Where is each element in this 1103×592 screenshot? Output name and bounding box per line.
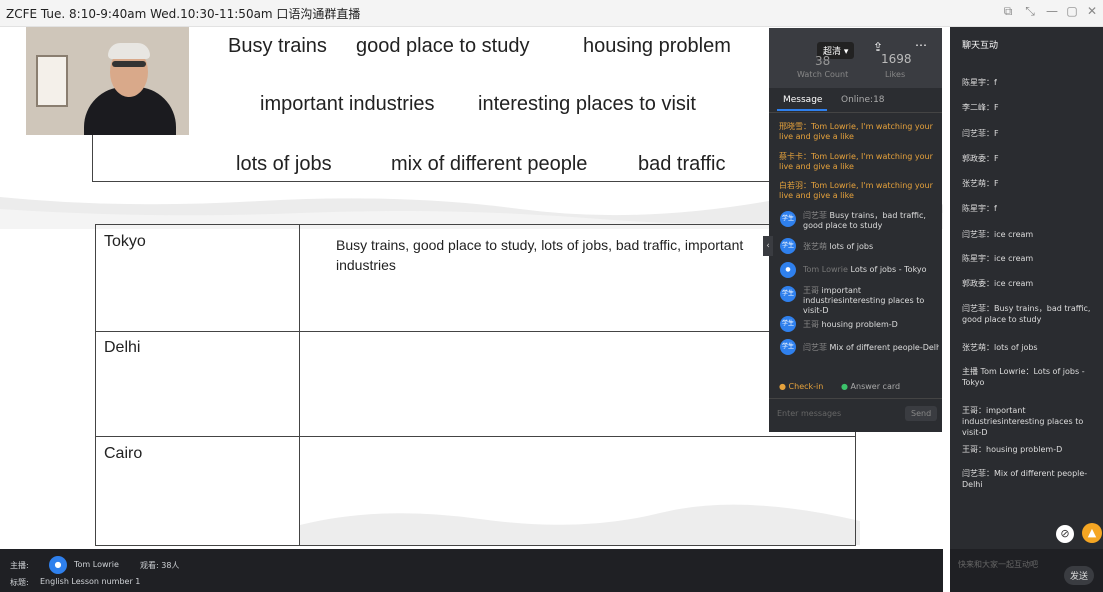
chat-line: 郭政委：ice cream xyxy=(962,279,1034,288)
watch-count-label: Watch Count xyxy=(797,70,849,79)
chat-line: 陈星宇：f xyxy=(962,78,997,87)
chat-message: 闫艺菲 Busy trains，bad traffic, good place … xyxy=(803,211,926,230)
word-important-industries: important industries xyxy=(260,93,435,115)
chat-line: 张艺萌：F xyxy=(962,179,999,188)
chat-line: 郭政委：F xyxy=(962,154,999,163)
word-good-place: good place to study xyxy=(356,35,530,57)
live-overlay-panel: 超清 ▾ ⇪ ⋯ 38 1698 Watch Count Likes Messa… xyxy=(763,28,942,432)
word-busy-trains: Busy trains xyxy=(228,35,327,57)
system-message: 邢晓雪：Tom Lowrie, I'm watching your live a… xyxy=(779,122,933,141)
avatar: 学生 xyxy=(780,316,796,332)
send-button[interactable]: Send xyxy=(905,406,938,421)
likes-label: Likes xyxy=(885,70,906,79)
word-bad-traffic: bad traffic xyxy=(638,153,726,175)
lesson-title: English Lesson number 1 xyxy=(40,577,141,586)
city-delhi: Delhi xyxy=(104,339,141,356)
title-label: 标题: xyxy=(10,578,29,587)
collapse-panel-icon[interactable]: ‹ xyxy=(763,236,773,256)
tokyo-notes: Busy trains, good place to study, lots o… xyxy=(336,237,744,273)
fullscreen-icon[interactable]: ⤡ xyxy=(1022,4,1038,19)
system-message: 白若羽：Tom Lowrie, I'm watching your live a… xyxy=(779,181,933,200)
watch-count: 38 xyxy=(815,54,831,68)
chat-sidebar: 聊天互动 陈星宇：f 李二峰：F 闫艺菲：F 郭政委：F 张艺萌：F 陈星宇：f… xyxy=(950,27,1103,549)
message-input[interactable]: Enter messages xyxy=(777,409,841,418)
tab-online[interactable]: Online:18 xyxy=(841,95,885,105)
chat-line: 闫艺菲：Mix of different people-Delhi xyxy=(962,469,1088,489)
title-bar: ZCFE Tue. 8:10-9:40am Wed.10:30-11:50am … xyxy=(0,0,1103,27)
chat-message: 王哥 important industriesinteresting place… xyxy=(803,286,925,315)
avatar: 学生 xyxy=(780,286,796,302)
window-title: ZCFE Tue. 8:10-9:40am Wed.10:30-11:50am … xyxy=(6,7,361,21)
chat-message: 张艺萌 lots of jobs xyxy=(803,242,874,251)
tab-message[interactable]: Message xyxy=(783,95,822,105)
host-name: Tom Lowrie xyxy=(74,560,119,569)
city-cairo: Cairo xyxy=(104,445,143,462)
city-table: Tokyo Busy trains, good place to study, … xyxy=(95,224,856,546)
pip-icon[interactable]: ⧉ xyxy=(1000,4,1016,19)
chat-line: 李二峰：F xyxy=(962,103,999,112)
close-icon[interactable]: ✕ xyxy=(1084,4,1100,18)
chat-line: 闫艺菲：ice cream xyxy=(962,230,1034,239)
chat-line: 主播 Tom Lowrie：Lots of jobs - Tokyo xyxy=(962,367,1085,387)
host-label: 主播: xyxy=(10,561,29,570)
system-message: 蔡卡卡：Tom Lowrie, I'm watching your live a… xyxy=(779,152,933,171)
word-housing-problem: housing problem xyxy=(583,35,731,57)
stats-header xyxy=(769,28,942,88)
answer-card-button[interactable]: ● Answer card xyxy=(841,382,900,391)
maximize-icon[interactable]: ▢ xyxy=(1064,4,1080,18)
host-info-bar: 主播: ● Tom Lowrie 观看: 38人 标题: English Les… xyxy=(0,549,943,592)
webcam-video[interactable] xyxy=(26,27,189,135)
chat-input-bar: 快来和大家一起互动吧 发送 xyxy=(950,549,1103,592)
viewer-count: 观看: 38人 xyxy=(140,561,180,570)
chat-line: 张艺萌：lots of jobs xyxy=(962,343,1038,352)
link-icon[interactable]: ⊘ xyxy=(1056,525,1074,543)
checkin-button[interactable]: ● Check-in xyxy=(779,382,823,391)
chat-line: 陈星宇：f xyxy=(962,204,997,213)
gift-icon[interactable]: ▲ xyxy=(1082,523,1102,543)
avatar: 学生 xyxy=(780,238,796,254)
city-tokyo: Tokyo xyxy=(104,233,146,250)
word-lots-of-jobs: lots of jobs xyxy=(236,153,332,175)
word-mix-of-people: mix of different people xyxy=(391,153,588,175)
chat-line: 闫艺菲：F xyxy=(962,129,999,138)
chat-message: 闫艺菲 Mix of different people-Delhi xyxy=(803,343,939,352)
chat-line: 王哥：housing problem-D xyxy=(962,445,1063,454)
chat-message: 王哥 housing problem-D xyxy=(803,320,898,329)
chat-message: Tom Lowrie Lots of jobs - Tokyo xyxy=(803,265,927,274)
chat-input[interactable]: 快来和大家一起互动吧 xyxy=(958,559,1038,570)
host-avatar: ● xyxy=(49,556,67,574)
minimize-icon[interactable]: — xyxy=(1044,4,1060,18)
tab-indicator xyxy=(777,109,827,111)
chat-send-button[interactable]: 发送 xyxy=(1064,566,1095,585)
avatar: ● xyxy=(780,262,796,278)
more-icon[interactable]: ⋯ xyxy=(915,38,927,52)
avatar: 学生 xyxy=(780,339,796,355)
chat-header: 聊天互动 xyxy=(962,41,999,51)
chat-line: 王哥：important industriesinteresting place… xyxy=(962,406,1084,437)
word-interesting-places: interesting places to visit xyxy=(478,93,696,115)
likes-count: 1698 xyxy=(881,52,912,66)
chat-line: 陈星宇：ice cream xyxy=(962,254,1034,263)
chat-line: 闫艺菲：Busy trains，bad traffic, good place … xyxy=(962,304,1091,324)
avatar: 学生 xyxy=(780,211,796,227)
